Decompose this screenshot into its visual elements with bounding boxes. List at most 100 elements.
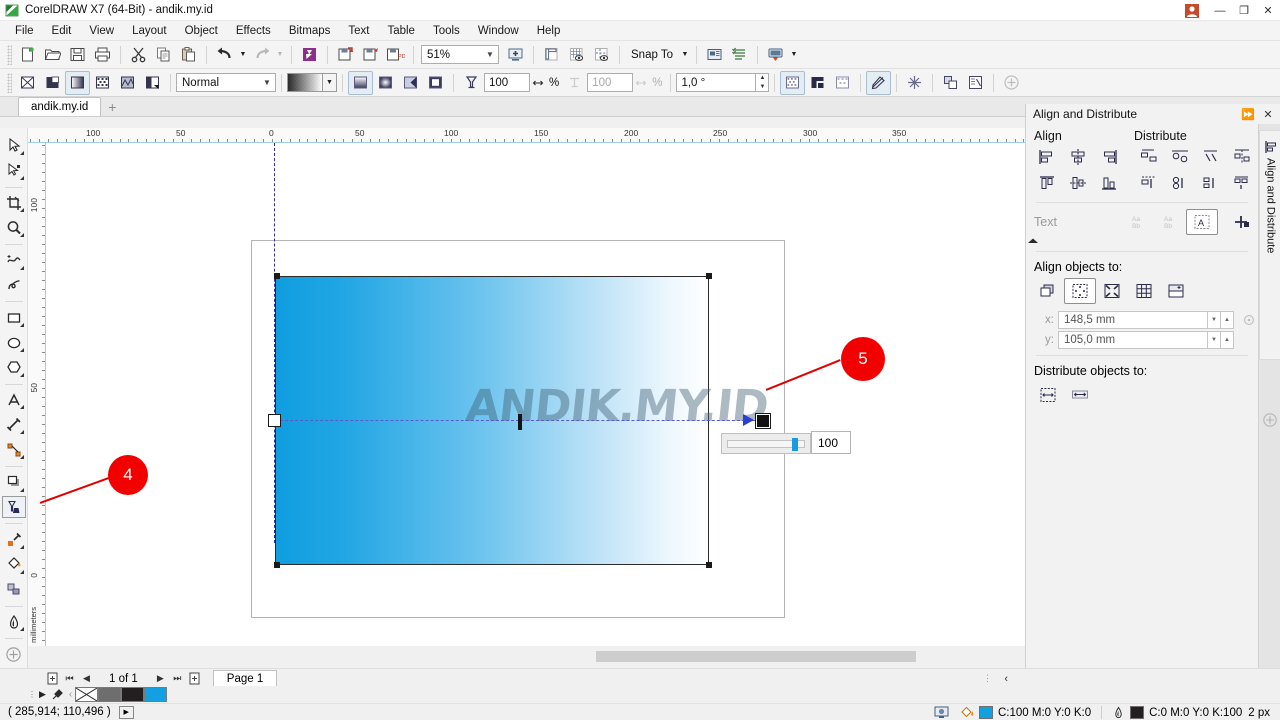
flyout-arrow-icon[interactable]	[19, 150, 24, 155]
menu-edit[interactable]: Edit	[43, 23, 81, 39]
color-strip-prev-icon[interactable]: ‹	[69, 689, 72, 700]
toolbar-grip[interactable]	[7, 44, 12, 65]
save-document-icon[interactable]	[65, 43, 90, 67]
menu-tools[interactable]: Tools	[424, 23, 469, 39]
add-tab-icon[interactable]: +	[101, 97, 123, 116]
smooth-node-icon[interactable]	[902, 71, 927, 95]
y-spin-up-icon[interactable]: ▲	[1221, 331, 1234, 349]
stepper-up-icon[interactable]: ▲	[756, 74, 768, 83]
no-color-swatch[interactable]	[75, 687, 99, 702]
color-strip-expand-icon[interactable]: ▶	[39, 689, 46, 700]
distribute-extent-of-page-icon[interactable]	[1064, 382, 1096, 408]
page-edge-icon[interactable]	[1064, 278, 1096, 304]
selection-handle[interactable]	[274, 273, 280, 279]
menu-help[interactable]: Help	[528, 23, 570, 39]
align-top-icon[interactable]	[1031, 170, 1062, 196]
y-coordinate-input[interactable]: 105,0 mm	[1058, 331, 1208, 349]
selection-handle[interactable]	[706, 273, 712, 279]
align-left-icon[interactable]	[1031, 144, 1062, 170]
flyout-arrow-icon[interactable]	[19, 430, 24, 435]
vertical-ruler[interactable]: 100 50 0 millimeters	[28, 143, 46, 646]
document-color-settings-icon[interactable]	[934, 706, 949, 719]
menu-text[interactable]: Text	[339, 23, 378, 39]
menu-layout[interactable]: Layout	[123, 23, 176, 39]
flyout-arrow-icon[interactable]	[19, 569, 24, 574]
smooth-blend-icon[interactable]	[830, 71, 855, 95]
chevron-down-icon[interactable]: ▼	[259, 78, 275, 87]
undo-dropdown[interactable]: ▼	[212, 43, 249, 67]
redo-icon[interactable]	[249, 43, 274, 67]
distribute-spacing-horizontal-icon[interactable]	[1196, 144, 1227, 170]
flyout-arrow-icon[interactable]	[19, 372, 24, 377]
flyout-arrow-icon[interactable]	[19, 323, 24, 328]
distribute-left-icon[interactable]	[1133, 144, 1164, 170]
fill-picker-chevron-down-icon[interactable]: ▼	[323, 73, 337, 92]
freehand-tool-icon[interactable]	[2, 249, 26, 272]
edit-fill-icon[interactable]	[866, 70, 892, 95]
status-expand-icon[interactable]: ▶	[118, 705, 134, 719]
guides-visibility-icon[interactable]	[589, 43, 614, 67]
export-pdf-icon[interactable]: PDF	[383, 43, 408, 67]
specified-point-icon[interactable]	[1160, 278, 1192, 304]
next-page-icon[interactable]: ▶	[152, 670, 169, 687]
edge-pad-input[interactable]: 100	[587, 73, 634, 92]
parallel-dimension-tool-icon[interactable]	[2, 413, 26, 436]
fountain-fill-icon[interactable]	[65, 70, 90, 95]
object-manager-icon[interactable]	[727, 43, 752, 67]
distribute-center-horizontal-icon[interactable]	[1165, 144, 1196, 170]
outline-pen-tool-icon[interactable]	[2, 611, 26, 634]
node-transparency-readout[interactable]: 100	[811, 431, 851, 454]
menu-bitmaps[interactable]: Bitmaps	[280, 23, 340, 39]
transparency-tool-icon[interactable]	[1, 495, 26, 519]
x-spin-down-icon[interactable]: ▼	[1208, 311, 1221, 329]
outline-color-swatch[interactable]	[1130, 706, 1145, 719]
application-launcher-chevron-down-icon[interactable]: ▼	[788, 43, 800, 67]
options-icon[interactable]	[702, 43, 727, 67]
align-bottom-icon[interactable]	[1093, 170, 1124, 196]
snap-to-label[interactable]: Snap To	[625, 49, 679, 61]
pattern-fill-icon[interactable]	[90, 71, 115, 95]
texture-fill-icon[interactable]	[115, 71, 140, 95]
slider-thumb[interactable]	[792, 437, 798, 451]
postscript-fill-icon[interactable]	[140, 71, 165, 95]
fill-color-swatch[interactable]	[979, 706, 993, 719]
repeat-and-mirror-icon[interactable]	[780, 70, 806, 95]
elliptical-gradient-icon[interactable]	[373, 71, 398, 95]
text-bounding-box-icon[interactable]: A	[1186, 209, 1218, 235]
flyout-arrow-icon[interactable]	[19, 627, 24, 632]
gradient-midpoint-node[interactable]	[518, 414, 522, 430]
menu-effects[interactable]: Effects	[227, 23, 280, 39]
flyout-arrow-icon[interactable]	[19, 405, 24, 410]
quick-customize-icon[interactable]	[2, 643, 26, 666]
pick-point-icon[interactable]	[1243, 314, 1255, 326]
zoom-level-combo[interactable]: 51% ▼	[421, 45, 499, 64]
text-last-line-baseline-icon[interactable]: Aa Bb	[1155, 209, 1186, 235]
last-page-icon[interactable]: ⏭	[169, 670, 186, 687]
flyout-arrow-icon[interactable]	[19, 487, 24, 492]
distribute-top-icon[interactable]	[1133, 170, 1164, 196]
distribute-extent-of-selection-icon[interactable]	[1032, 382, 1064, 408]
undo-icon[interactable]	[212, 43, 237, 67]
stepper-down-icon[interactable]: ▼	[756, 83, 768, 92]
slider-track[interactable]	[727, 437, 805, 451]
menu-table[interactable]: Table	[378, 23, 424, 39]
active-objects-icon[interactable]	[1032, 278, 1064, 304]
paste-icon[interactable]	[176, 43, 201, 67]
prev-page-icon[interactable]: ◀	[78, 670, 95, 687]
gradient-start-node[interactable]	[268, 414, 281, 427]
add-page-before-icon[interactable]	[44, 670, 61, 687]
grid-align-icon[interactable]	[1128, 278, 1160, 304]
linear-gradient-icon[interactable]	[348, 70, 373, 95]
ellipse-tool-icon[interactable]	[2, 331, 26, 354]
flyout-arrow-icon[interactable]	[19, 208, 24, 213]
conical-gradient-icon[interactable]	[398, 71, 423, 95]
page-center-icon[interactable]	[1096, 278, 1128, 304]
node-transparency-slider[interactable]	[721, 433, 811, 454]
docker-expander[interactable]	[1026, 237, 1258, 245]
smart-fill-bucket-tool-icon[interactable]	[2, 578, 26, 601]
fill-picker-dropdown[interactable]: ▼	[287, 73, 337, 92]
align-center-vertical-icon[interactable]	[1062, 170, 1093, 196]
flyout-arrow-icon[interactable]	[19, 265, 24, 270]
selection-handle[interactable]	[706, 562, 712, 568]
new-document-icon[interactable]	[15, 43, 40, 67]
